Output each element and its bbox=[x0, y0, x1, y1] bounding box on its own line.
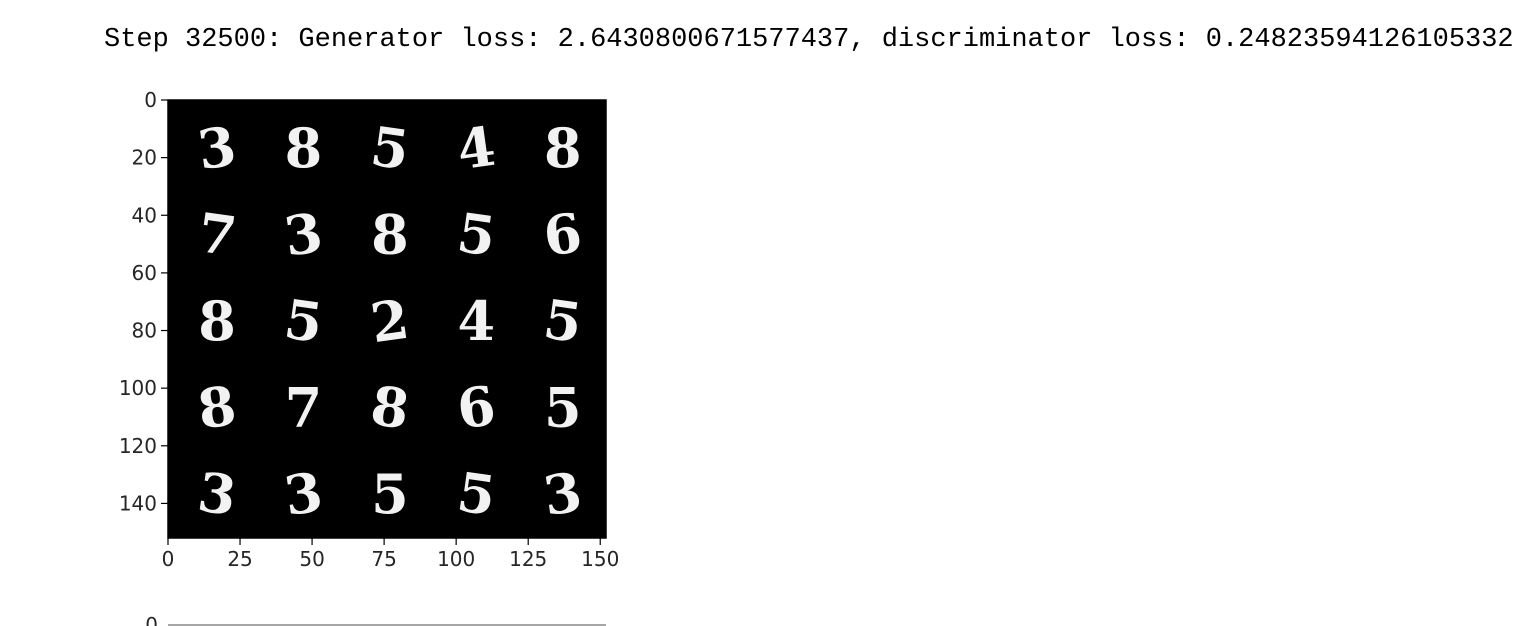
y-axis: 0 20 40 60 80 100 120 140 bbox=[119, 88, 168, 515]
digit-sample: 4 bbox=[458, 289, 496, 353]
x-axis: 0 25 50 75 100 125 150 bbox=[162, 538, 619, 571]
y-tick-label: 80 bbox=[132, 319, 157, 343]
y-tick-label: 140 bbox=[119, 491, 157, 515]
generated-samples-figure: 3 8 5 4 87 3 8 5 68 5 2 4 58 7 8 6 53 3 5 5 3 0 25 50 75 100 125 1… bbox=[119, 88, 620, 626]
y-tick-label: 20 bbox=[132, 146, 157, 170]
next-figure-y-tick: 0 bbox=[145, 613, 158, 626]
notebook-cell-output: Step 32500: Generator loss: 2.6430800671… bbox=[0, 0, 1538, 626]
y-tick-label: 120 bbox=[119, 434, 157, 458]
x-tick-label: 125 bbox=[509, 547, 547, 571]
x-tick-label: 150 bbox=[581, 547, 619, 571]
digit-sample: 8 bbox=[371, 202, 409, 266]
digit-sample: 8 bbox=[544, 116, 582, 180]
x-tick-label: 100 bbox=[437, 547, 475, 571]
y-tick-label: 0 bbox=[144, 88, 157, 112]
x-tick-label: 50 bbox=[299, 547, 324, 571]
digit-sample: 5 bbox=[544, 375, 582, 439]
x-tick-label: 75 bbox=[371, 547, 396, 571]
digit-sample: 8 bbox=[285, 116, 323, 180]
digit-sample: 5 bbox=[371, 462, 409, 526]
y-tick-label: 60 bbox=[132, 261, 157, 285]
x-tick-label: 25 bbox=[227, 547, 252, 571]
y-tick-label: 100 bbox=[119, 376, 157, 400]
y-tick-label: 40 bbox=[132, 203, 157, 227]
digit-sample: 7 bbox=[285, 375, 323, 439]
sample-image-grid: 3 8 5 4 87 3 8 5 68 5 2 4 58 7 8 6 53 3 5 5 3 bbox=[168, 100, 606, 538]
next-figure-partial: 0 bbox=[145, 613, 606, 626]
x-tick-label: 0 bbox=[162, 547, 175, 571]
digit-sample: 8 bbox=[198, 289, 236, 353]
